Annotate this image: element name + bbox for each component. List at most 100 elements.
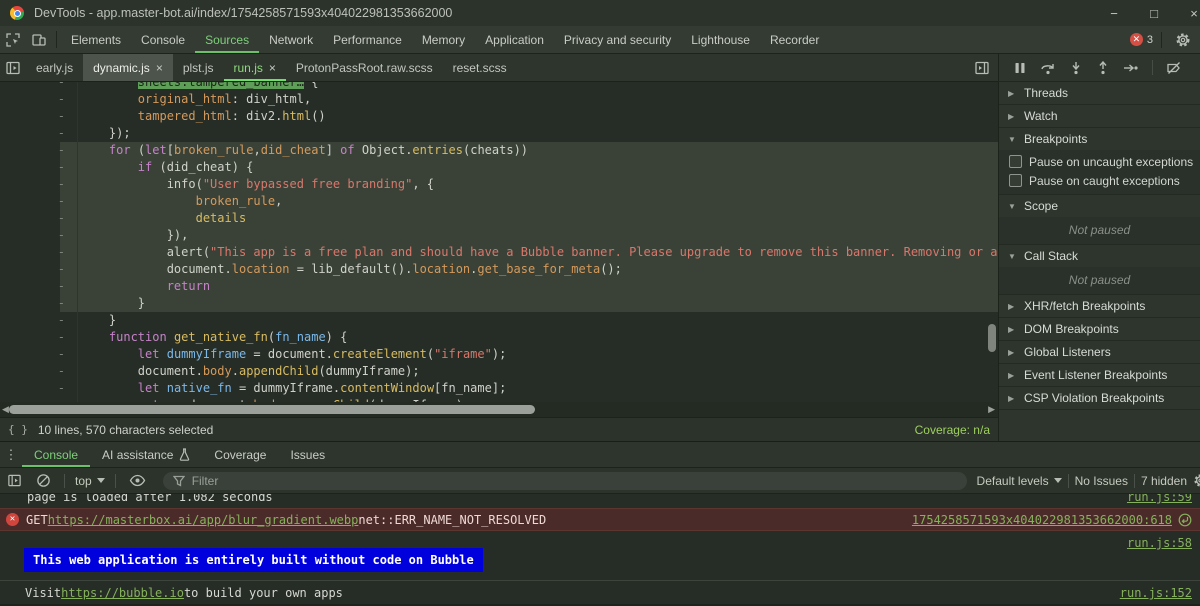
line-number-gutter[interactable]: - (0, 108, 78, 125)
tab-network[interactable]: Network (259, 26, 323, 53)
code-line[interactable]: - document.body.appendChild(dummyIframe)… (0, 363, 998, 380)
source-link[interactable]: run.js:59 (1127, 494, 1192, 504)
line-number-gutter[interactable]: - (0, 193, 78, 210)
code-line[interactable]: - let dummyIframe = document.createEleme… (0, 346, 998, 363)
checkbox[interactable] (1009, 174, 1022, 187)
drawer-tab-coverage[interactable]: Coverage (202, 442, 278, 467)
code-line[interactable]: - sheets.tampered_banner… { (0, 82, 998, 91)
line-number-gutter[interactable]: - (0, 210, 78, 227)
close-icon[interactable]: × (269, 61, 276, 75)
debugger-panel-toggle-icon[interactable] (974, 60, 990, 76)
source-link[interactable]: 1754258571593x404022981353662000:618 (912, 513, 1172, 527)
file-tab-reset-scss[interactable]: reset.scss (443, 54, 517, 81)
code-line[interactable]: - } (0, 295, 998, 312)
section-header-watch[interactable]: ▶Watch (999, 105, 1200, 127)
tab-privacy-and-security[interactable]: Privacy and security (554, 26, 681, 53)
code-line[interactable]: - }); (0, 125, 998, 142)
coverage-status[interactable]: Coverage: n/a (915, 423, 990, 437)
drawer-tab-console[interactable]: Console (22, 442, 90, 467)
file-tab-early-js[interactable]: early.js (26, 54, 83, 81)
line-number-gutter[interactable]: - (0, 329, 78, 346)
code-line[interactable]: - info("User bypassed free branding", { (0, 176, 998, 193)
tab-console[interactable]: Console (131, 26, 195, 53)
inspect-element-icon[interactable] (0, 26, 26, 53)
context-selector[interactable]: top (75, 474, 105, 488)
hidden-messages-count[interactable]: 7 hidden (1141, 474, 1187, 488)
clear-console-icon[interactable] (36, 473, 51, 488)
file-tab-dynamic-js[interactable]: dynamic.js× (83, 54, 173, 81)
line-number-gutter[interactable]: - (0, 261, 78, 278)
line-number-gutter[interactable]: - (0, 91, 78, 108)
code-line[interactable]: - let native_fn = dummyIframe.contentWin… (0, 380, 998, 397)
drawer-tab-issues[interactable]: Issues (278, 442, 337, 467)
scroll-right-icon[interactable]: ▶ (988, 403, 995, 416)
line-number-gutter[interactable]: - (0, 295, 78, 312)
section-header-xhr-fetch-breakpoints[interactable]: ▶XHR/fetch Breakpoints (999, 295, 1200, 317)
section-header-call-stack[interactable]: ▼Call Stack (999, 245, 1200, 267)
step-icon[interactable] (1123, 61, 1139, 75)
horizontal-scrollbar[interactable]: ◀ ▶ (0, 402, 998, 417)
scrollbar-thumb[interactable] (9, 405, 535, 414)
close-button[interactable]: × (1174, 6, 1200, 21)
issues-counter[interactable]: No Issues (1075, 474, 1128, 488)
navigator-toggle-icon[interactable] (0, 54, 26, 81)
code-line[interactable]: - return (0, 278, 998, 295)
settings-gear-icon[interactable] (1170, 32, 1196, 48)
section-header-event-listener-breakpoints[interactable]: ▶Event Listener Breakpoints (999, 364, 1200, 386)
code-line[interactable]: - document.location = lib_default().loca… (0, 261, 998, 278)
line-number-gutter[interactable]: - (0, 380, 78, 397)
step-into-icon[interactable] (1069, 61, 1083, 75)
checkbox-row-pause-on-caught-exceptions[interactable]: Pause on caught exceptions (999, 171, 1200, 190)
console-filter-input[interactable]: Filter (163, 472, 967, 490)
live-expression-eye-icon[interactable] (129, 473, 146, 488)
section-header-threads[interactable]: ▶Threads (999, 82, 1200, 104)
line-number-gutter[interactable]: - (0, 244, 78, 261)
line-number-gutter[interactable]: - (0, 159, 78, 176)
console-settings-gear-icon[interactable] (1193, 473, 1200, 488)
log-levels-dropdown[interactable]: Default levels (977, 474, 1062, 488)
code-line[interactable]: - details (0, 210, 998, 227)
code-line[interactable]: - for (let[broken_rule,did_cheat] of Obj… (0, 142, 998, 159)
tab-elements[interactable]: Elements (61, 26, 131, 53)
line-number-gutter[interactable]: - (0, 142, 78, 159)
vertical-scrollbar[interactable] (988, 324, 996, 352)
error-count-badge[interactable]: ✕ 3 (1130, 33, 1153, 46)
scroll-left-icon[interactable]: ◀ (2, 403, 9, 416)
section-header-scope[interactable]: ▼Scope (999, 195, 1200, 217)
pause-script-icon[interactable] (1013, 61, 1027, 75)
drawer-menu-icon[interactable]: ⋮ (0, 442, 22, 467)
request-url-link[interactable]: https://masterbox.ai/app/blur_gradient.w… (48, 513, 359, 527)
checkbox[interactable] (1009, 155, 1022, 168)
line-number-gutter[interactable]: - (0, 346, 78, 363)
code-line[interactable]: - function get_native_fn(fn_name) { (0, 329, 998, 346)
line-number-gutter[interactable]: - (0, 363, 78, 380)
jump-to-icon[interactable] (1178, 513, 1192, 527)
close-icon[interactable]: × (156, 61, 163, 75)
code-line[interactable]: - tampered_html: div2.html() (0, 108, 998, 125)
line-number-gutter[interactable]: - (0, 227, 78, 244)
line-number-gutter[interactable]: - (0, 278, 78, 295)
deactivate-breakpoints-icon[interactable] (1166, 61, 1182, 75)
line-number-gutter[interactable]: - (0, 312, 78, 329)
tab-performance[interactable]: Performance (323, 26, 412, 53)
file-tab-run-js[interactable]: run.js× (224, 54, 286, 81)
code-line[interactable]: - alert("This app is a free plan and sho… (0, 244, 998, 261)
line-number-gutter[interactable]: - (0, 82, 78, 91)
console-sidebar-toggle-icon[interactable] (7, 473, 22, 488)
code-editor[interactable]: - sheets.tampered_banner… {- original_ht… (0, 82, 998, 402)
section-header-csp-violation-breakpoints[interactable]: ▶CSP Violation Breakpoints (999, 387, 1200, 409)
maximize-button[interactable]: □ (1134, 6, 1174, 21)
line-number-gutter[interactable]: - (0, 125, 78, 142)
section-header-global-listeners[interactable]: ▶Global Listeners (999, 341, 1200, 363)
code-line[interactable]: - } (0, 312, 998, 329)
pretty-print-icon[interactable]: { } (8, 423, 28, 436)
minimize-button[interactable]: − (1094, 6, 1134, 21)
device-toolbar-icon[interactable] (26, 26, 52, 53)
bubble-link[interactable]: https://bubble.io (61, 586, 184, 600)
tab-lighthouse[interactable]: Lighthouse (681, 26, 760, 53)
step-over-icon[interactable] (1040, 61, 1056, 75)
checkbox-row-pause-on-uncaught-exceptions[interactable]: Pause on uncaught exceptions (999, 152, 1200, 171)
tab-sources[interactable]: Sources (195, 26, 259, 53)
code-line[interactable]: - if (did_cheat) { (0, 159, 998, 176)
line-number-gutter[interactable]: - (0, 176, 78, 193)
